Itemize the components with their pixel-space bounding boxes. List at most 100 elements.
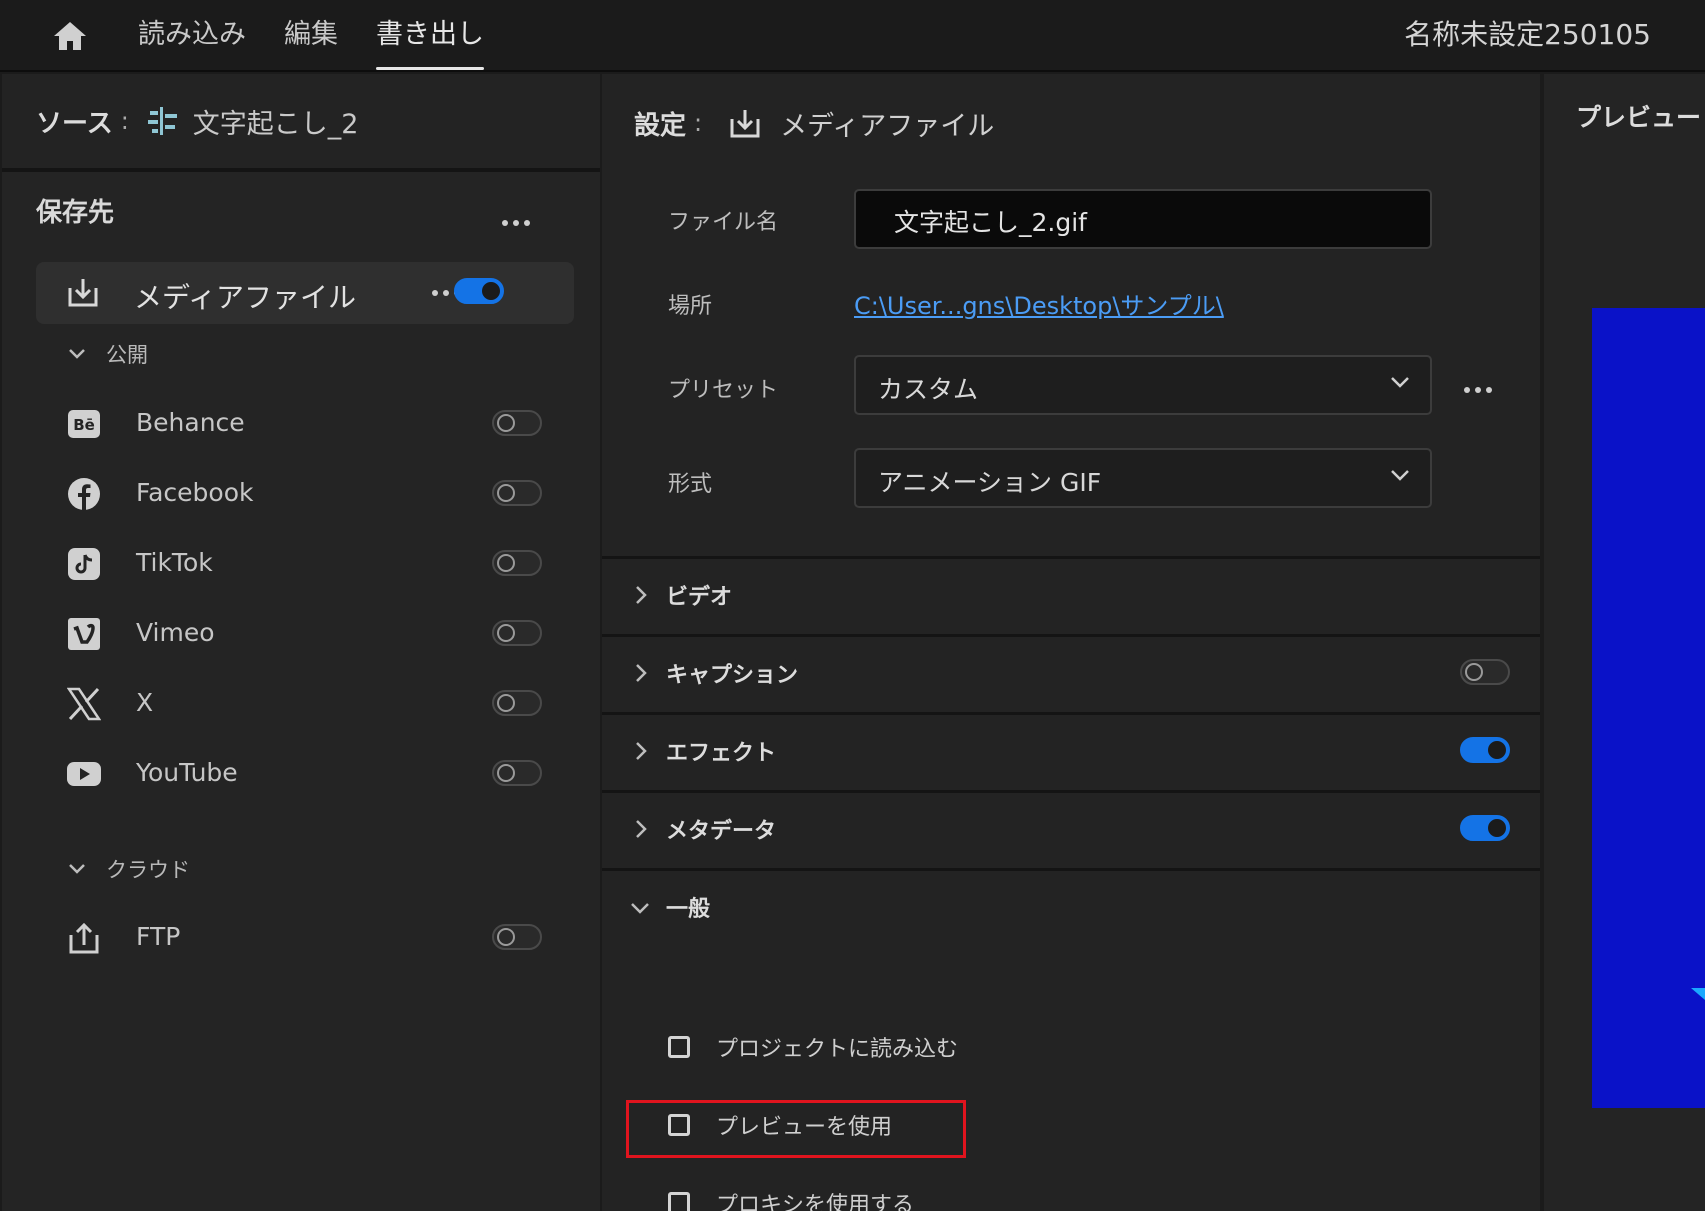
chevron-down-icon [1391, 377, 1409, 388]
destination-ftp[interactable]: FTP [66, 918, 556, 958]
publish-group-label: 公開 [106, 343, 148, 367]
section-captions[interactable]: キャプション [602, 634, 1540, 710]
section-label: キャプション [666, 663, 799, 688]
filename-field[interactable]: 文字起こし_2.gif [854, 189, 1432, 249]
destination-facebook[interactable]: Facebook [66, 474, 556, 514]
destinations-title: 保存先 [36, 198, 115, 228]
destination-youtube[interactable]: YouTube [66, 754, 556, 794]
destination-label: Vimeo [136, 618, 215, 647]
media-file-toggle[interactable] [454, 278, 504, 304]
destination-label: TikTok [136, 548, 213, 577]
format-label: 形式 [668, 472, 713, 497]
option-import-to-project[interactable]: プロジェクトに読み込む [668, 1031, 958, 1063]
facebook-toggle[interactable] [492, 480, 542, 506]
destination-vimeo[interactable]: Vimeo [66, 614, 556, 654]
preview-canvas[interactable] [1592, 308, 1705, 1108]
preview-panel: プレビュー [1544, 74, 1705, 1211]
destinations-panel: ソース : 文字起こし_2 保存先 メディアファイル 公開 Bē Behance… [2, 74, 600, 1211]
source-header: ソース : 文字起こし_2 [2, 74, 600, 172]
option-use-proxies[interactable]: プロキシを使用する [668, 1187, 914, 1211]
source-label: ソース [36, 108, 113, 139]
section-label[interactable]: 一般 [666, 891, 710, 923]
destination-tiktok[interactable]: TikTok [66, 544, 556, 584]
destination-label: FTP [136, 922, 181, 951]
highlight-box [626, 1100, 966, 1158]
chevron-right-icon [636, 586, 647, 604]
destination-behance[interactable]: Bē Behance [66, 404, 556, 444]
ftp-toggle[interactable] [492, 924, 542, 950]
behance-toggle[interactable] [492, 410, 542, 436]
location-link[interactable]: C:\User...gns\Desktop\サンプル\ [854, 286, 1224, 321]
tiktok-icon [66, 546, 102, 582]
tab-import[interactable]: 読み込み [138, 0, 246, 72]
chevron-down-icon[interactable] [630, 901, 650, 915]
checkbox[interactable] [668, 1192, 690, 1211]
preset-more-button[interactable] [1464, 387, 1492, 393]
destination-x[interactable]: X [66, 684, 556, 724]
tiktok-toggle[interactable] [492, 550, 542, 576]
behance-icon: Bē [66, 406, 102, 442]
settings-panel: 設定 : メディアファイル ファイル名 文字起こし_2.gif 場所 C:\Us… [602, 74, 1540, 1211]
settings-header: 設定 : メディアファイル [602, 74, 1540, 172]
chevron-down-icon [69, 349, 85, 359]
section-effects[interactable]: エフェクト [602, 712, 1540, 788]
effects-toggle[interactable] [1460, 737, 1510, 763]
settings-label: 設定 [634, 110, 687, 141]
upload-icon [66, 920, 102, 956]
filename-value: 文字起こし_2.gif [894, 208, 1087, 237]
settings-colon: : [694, 109, 703, 137]
destinations-more-button[interactable] [502, 220, 530, 226]
x-toggle[interactable] [492, 690, 542, 716]
home-icon [54, 22, 86, 50]
section-label: エフェクト [666, 741, 777, 766]
chevron-down-icon [1391, 470, 1409, 481]
format-select[interactable]: アニメーション GIF [854, 448, 1432, 508]
main-nav: 読み込み 編集 書き出し [138, 0, 522, 72]
x-icon [66, 686, 102, 722]
checkbox[interactable] [668, 1036, 690, 1058]
location-label: 場所 [668, 294, 713, 319]
source-value: 文字起こし_2 [192, 108, 359, 140]
destination-label: YouTube [136, 758, 238, 787]
chevron-down-icon [69, 864, 85, 874]
source-colon: : [120, 107, 129, 135]
cloud-group-header[interactable]: クラウド [68, 854, 190, 884]
filename-label: ファイル名 [668, 210, 779, 235]
destination-label: X [136, 688, 154, 717]
preset-label: プリセット [668, 378, 779, 403]
cloud-group-label: クラウド [106, 858, 190, 882]
home-button[interactable] [50, 18, 90, 54]
destination-label: Behance [136, 408, 245, 437]
media-file-label: メディアファイル [134, 281, 357, 314]
chevron-right-icon [636, 664, 647, 682]
destination-label: Facebook [136, 478, 254, 507]
svg-text:Bē: Bē [73, 416, 95, 434]
chevron-right-icon [636, 820, 647, 838]
preset-value: カスタム [878, 375, 979, 404]
format-value: アニメーション GIF [878, 468, 1102, 497]
chevron-right-icon [636, 742, 647, 760]
publish-group-header[interactable]: 公開 [68, 339, 148, 369]
preset-select[interactable]: カスタム [854, 355, 1432, 415]
download-icon [66, 276, 100, 312]
preview-title: プレビュー [1576, 103, 1702, 132]
transcript-sequence-icon [147, 107, 177, 135]
vimeo-toggle[interactable] [492, 620, 542, 646]
pointer-icon [1691, 988, 1705, 1000]
option-label: プロジェクトに読み込む [716, 1037, 959, 1062]
youtube-toggle[interactable] [492, 760, 542, 786]
option-label: プロキシを使用する [716, 1193, 915, 1211]
section-label: ビデオ [666, 585, 733, 610]
youtube-icon [66, 756, 102, 792]
settings-value: メディアファイル [780, 110, 995, 142]
captions-toggle[interactable] [1460, 659, 1510, 685]
tab-edit[interactable]: 編集 [284, 0, 338, 72]
media-file-destination[interactable]: メディアファイル [36, 262, 574, 324]
project-title: 名称未設定250105 [1404, 18, 1651, 51]
tab-export[interactable]: 書き出し [376, 0, 484, 72]
section-metadata[interactable]: メタデータ [602, 790, 1540, 866]
vimeo-icon [66, 616, 102, 652]
metadata-toggle[interactable] [1460, 815, 1510, 841]
section-video[interactable]: ビデオ [602, 556, 1540, 632]
facebook-icon [66, 476, 102, 512]
